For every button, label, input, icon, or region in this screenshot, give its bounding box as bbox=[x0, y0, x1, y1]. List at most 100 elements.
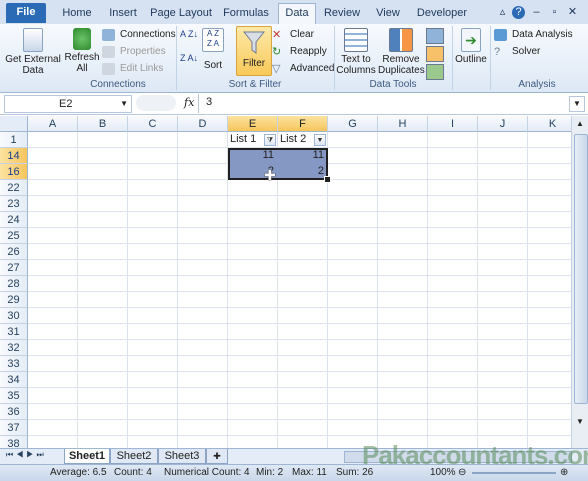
tab-data[interactable]: Data bbox=[278, 3, 316, 24]
data-cell-f14[interactable]: 11 bbox=[278, 148, 324, 163]
connections-label: Connections bbox=[120, 29, 176, 40]
column-header-b[interactable]: B bbox=[78, 116, 128, 132]
formula-input[interactable]: 3 bbox=[206, 96, 212, 108]
connections-icon bbox=[102, 29, 115, 41]
outline-button[interactable]: ➔ Outline bbox=[454, 28, 488, 65]
row-header-32[interactable]: 32 bbox=[0, 340, 28, 356]
row-header-25[interactable]: 25 bbox=[0, 228, 28, 244]
edit-links-button[interactable]: Edit Links bbox=[102, 61, 163, 77]
data-cell-f16[interactable]: 2 bbox=[278, 164, 324, 179]
remove-duplicates-label-1: Remove bbox=[382, 54, 420, 65]
tab-review[interactable]: Review bbox=[320, 4, 364, 23]
worksheet-grid[interactable]: ABCDEFGHIJK 1 14 16 22 23 24 25 26 27 28 29 30 31 32 3… bbox=[0, 116, 578, 468]
column-header-j[interactable]: J bbox=[478, 116, 528, 132]
zoom-level[interactable]: 100% bbox=[430, 465, 456, 481]
column-header-c[interactable]: C bbox=[128, 116, 178, 132]
connections-button[interactable]: Connections bbox=[102, 27, 176, 43]
expand-formula-bar-icon[interactable]: ▼ bbox=[569, 96, 585, 112]
filter-button[interactable]: Filter bbox=[236, 26, 272, 76]
insert-sheet-icon[interactable]: ✚ bbox=[206, 449, 228, 464]
vertical-scrollbar[interactable]: ▲ ▼ bbox=[571, 116, 588, 448]
zoom-slider[interactable] bbox=[472, 472, 556, 474]
sheet-tab-sheet2[interactable]: Sheet2 bbox=[110, 449, 158, 464]
sort-az-button[interactable]: A Z↓ bbox=[180, 30, 198, 48]
row-header-27[interactable]: 27 bbox=[0, 260, 28, 276]
restore-icon[interactable]: ▫ bbox=[548, 6, 561, 19]
row-header-26[interactable]: 26 bbox=[0, 244, 28, 260]
row-header-1[interactable]: 1 bbox=[0, 132, 28, 148]
filter-dropdown-icon[interactable]: ▼ bbox=[314, 134, 326, 146]
horizontal-scrollbar[interactable] bbox=[344, 451, 572, 463]
document-icon bbox=[23, 28, 43, 52]
column-header-e[interactable]: E bbox=[228, 116, 278, 132]
row-header-35[interactable]: 35 bbox=[0, 388, 28, 404]
row-header-16[interactable]: 16 bbox=[0, 164, 28, 180]
tab-page-layout[interactable]: Page Layout bbox=[148, 4, 214, 23]
sort-button[interactable]: A ZZ A Sort bbox=[200, 28, 226, 71]
remove-duplicates-button[interactable]: Remove Duplicates bbox=[378, 28, 425, 76]
row-header-37[interactable]: 37 bbox=[0, 420, 28, 436]
scroll-down-icon[interactable]: ▼ bbox=[574, 416, 586, 428]
column-header-i[interactable]: I bbox=[428, 116, 478, 132]
fill-handle[interactable] bbox=[324, 176, 331, 183]
tab-file[interactable]: File bbox=[6, 3, 46, 23]
row-header-33[interactable]: 33 bbox=[0, 356, 28, 372]
column-header-a[interactable]: A bbox=[28, 116, 78, 132]
scroll-up-icon[interactable]: ▲ bbox=[574, 118, 586, 130]
sort-za-button[interactable]: Z A↓ bbox=[180, 54, 198, 72]
refresh-all-button[interactable]: Refresh All bbox=[62, 28, 102, 74]
row-header-34[interactable]: 34 bbox=[0, 372, 28, 388]
clear-filter-button[interactable]: ✕ Clear bbox=[272, 27, 314, 43]
select-all-corner[interactable] bbox=[0, 116, 28, 132]
data-validation-icon[interactable] bbox=[426, 28, 444, 44]
name-box[interactable]: E2 ▼ bbox=[4, 95, 132, 113]
data-cell-e14[interactable]: 11 bbox=[228, 148, 274, 163]
tab-view[interactable]: View bbox=[370, 4, 406, 23]
solver-button[interactable]: ? Solver bbox=[494, 44, 540, 60]
data-analysis-icon bbox=[494, 29, 507, 41]
close-icon[interactable]: ✕ bbox=[566, 6, 579, 19]
zoom-out-icon[interactable]: ⊖ bbox=[458, 465, 466, 481]
insert-function-icon[interactable]: fx bbox=[184, 96, 194, 109]
tab-home[interactable]: Home bbox=[56, 4, 98, 23]
row-header-14[interactable]: 14 bbox=[0, 148, 28, 164]
row-header-28[interactable]: 28 bbox=[0, 276, 28, 292]
name-box-dropdown-icon[interactable]: ▼ bbox=[120, 96, 128, 112]
solver-icon: ? bbox=[494, 46, 501, 58]
scroll-thumb[interactable] bbox=[574, 134, 588, 404]
connections-group-label: Connections bbox=[90, 79, 146, 90]
sheet-tab-sheet3[interactable]: Sheet3 bbox=[158, 449, 206, 464]
help-icon[interactable]: ? bbox=[512, 6, 525, 19]
row-header-29[interactable]: 29 bbox=[0, 292, 28, 308]
row-header-31[interactable]: 31 bbox=[0, 324, 28, 340]
status-min: Min: 2 bbox=[256, 467, 284, 478]
filtered-dropdown-icon[interactable]: ⧩ bbox=[264, 134, 276, 146]
tab-developer[interactable]: Developer bbox=[412, 4, 472, 23]
row-header-36[interactable]: 36 bbox=[0, 404, 28, 420]
column-header-d[interactable]: D bbox=[178, 116, 228, 132]
advanced-filter-button[interactable]: ▽ Advanced bbox=[272, 61, 334, 77]
row-header-30[interactable]: 30 bbox=[0, 308, 28, 324]
ribbon-collapse-icon[interactable]: ▵ bbox=[496, 6, 509, 19]
column-header-h[interactable]: H bbox=[378, 116, 428, 132]
reapply-button[interactable]: ↻ Reapply bbox=[272, 44, 327, 60]
properties-button[interactable]: Properties bbox=[102, 44, 166, 60]
consolidate-icon[interactable] bbox=[426, 46, 444, 62]
what-if-analysis-icon[interactable] bbox=[426, 64, 444, 80]
solver-label: Solver bbox=[512, 46, 541, 57]
data-analysis-button[interactable]: Data Analysis bbox=[494, 27, 573, 43]
sheet-tab-sheet1[interactable]: Sheet1 bbox=[64, 449, 110, 464]
text-to-columns-button[interactable]: Text to Columns bbox=[336, 28, 376, 76]
minimize-icon[interactable]: – bbox=[530, 6, 543, 19]
column-header-f[interactable]: F bbox=[278, 116, 328, 132]
tab-insert[interactable]: Insert bbox=[104, 4, 142, 23]
row-header-22[interactable]: 22 bbox=[0, 180, 28, 196]
zoom-in-icon[interactable]: ⊕ bbox=[560, 465, 568, 481]
tab-formulas[interactable]: Formulas bbox=[220, 4, 272, 23]
row-header-24[interactable]: 24 bbox=[0, 212, 28, 228]
row-header-23[interactable]: 23 bbox=[0, 196, 28, 212]
gridline bbox=[28, 227, 571, 228]
column-header-g[interactable]: G bbox=[328, 116, 378, 132]
sheet-navigation-icons[interactable]: ⏮◀▶⏭ bbox=[6, 450, 47, 460]
get-external-data-button[interactable]: Get External Data bbox=[4, 28, 62, 76]
